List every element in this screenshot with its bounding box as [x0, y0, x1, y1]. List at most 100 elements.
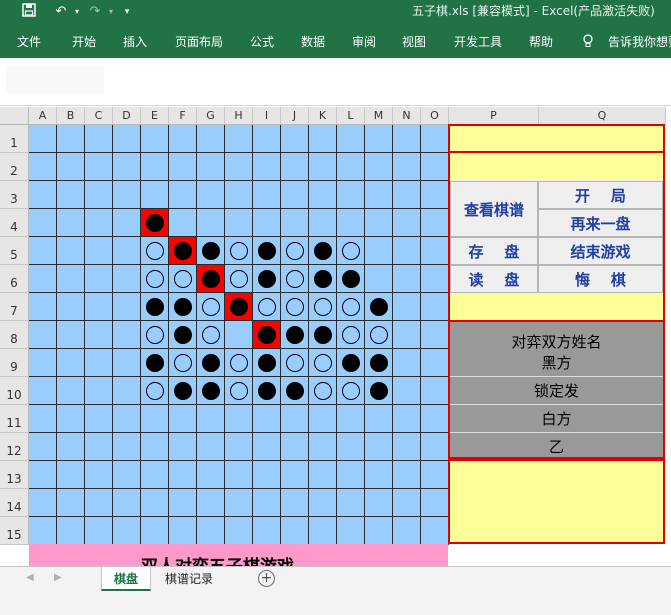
board-cell[interactable] [281, 181, 309, 209]
board-cell[interactable] [281, 517, 309, 545]
board-cell[interactable] [365, 237, 393, 265]
board-cell[interactable] [29, 517, 57, 545]
board-cell[interactable] [393, 349, 421, 377]
board-cell[interactable] [225, 377, 253, 405]
board-cell[interactable] [225, 237, 253, 265]
board-cell[interactable] [85, 489, 113, 517]
board-cell[interactable] [85, 237, 113, 265]
board-cell[interactable] [169, 265, 197, 293]
board-cell[interactable] [393, 237, 421, 265]
board-cell[interactable] [141, 209, 169, 237]
board-cell[interactable] [85, 377, 113, 405]
worksheet-grid[interactable]: ABCDEFGHIJKLMNOPQ 1 2 3 4 5 6 7 8 9 10 11 12 13 14 15 … [0, 107, 671, 566]
board-cell[interactable] [141, 237, 169, 265]
board-cell[interactable] [169, 153, 197, 181]
board-cell[interactable] [225, 461, 253, 489]
row-header-8[interactable]: 8 [0, 321, 29, 349]
board-cell[interactable] [421, 209, 449, 237]
board-cell[interactable] [57, 349, 85, 377]
board-cell[interactable] [253, 321, 281, 349]
board-cell[interactable] [253, 433, 281, 461]
scroll-right-icon[interactable]: ▶ [54, 572, 62, 583]
board-cell[interactable] [225, 349, 253, 377]
board-cell[interactable] [337, 377, 365, 405]
board-cell[interactable] [421, 125, 449, 153]
board-cell[interactable] [309, 265, 337, 293]
add-sheet-icon[interactable]: + [258, 570, 275, 587]
board-cell[interactable] [169, 321, 197, 349]
load-game-button[interactable]: 读 盘 [450, 265, 538, 293]
board-cell[interactable] [141, 321, 169, 349]
row-header-2[interactable]: 2 [0, 153, 29, 181]
board-cell[interactable] [113, 321, 141, 349]
board-cell[interactable] [337, 153, 365, 181]
board-cell[interactable] [141, 489, 169, 517]
board-cell[interactable] [225, 265, 253, 293]
board-cell[interactable] [337, 237, 365, 265]
board-cell[interactable] [365, 153, 393, 181]
board-cell[interactable] [169, 349, 197, 377]
row-header-15[interactable]: 15 [0, 517, 29, 545]
board-cell[interactable] [337, 209, 365, 237]
board-cell[interactable] [393, 517, 421, 545]
board-cell[interactable] [421, 265, 449, 293]
board-cell[interactable] [365, 405, 393, 433]
board-cell[interactable] [337, 433, 365, 461]
board-cell[interactable] [337, 181, 365, 209]
board-cell[interactable] [85, 293, 113, 321]
board-cell[interactable] [169, 237, 197, 265]
column-header-p[interactable]: P [449, 107, 539, 125]
board-cell[interactable] [113, 209, 141, 237]
board-cell[interactable] [197, 433, 225, 461]
board-cell[interactable] [29, 461, 57, 489]
column-header-d[interactable]: D [113, 107, 141, 125]
board-cell[interactable] [365, 461, 393, 489]
board-cell[interactable] [365, 321, 393, 349]
board-cell[interactable] [169, 517, 197, 545]
board-cell[interactable] [57, 181, 85, 209]
board-cell[interactable] [253, 377, 281, 405]
board-cell[interactable] [29, 237, 57, 265]
board-cell[interactable] [393, 489, 421, 517]
row-header-4[interactable]: 4 [0, 209, 29, 237]
board-cell[interactable] [113, 377, 141, 405]
board-cell[interactable] [365, 377, 393, 405]
board-cell[interactable] [141, 433, 169, 461]
board-cell[interactable] [113, 265, 141, 293]
board-cell[interactable] [197, 405, 225, 433]
board-cell[interactable] [85, 433, 113, 461]
board-cell[interactable] [393, 405, 421, 433]
board-cell[interactable] [309, 461, 337, 489]
board-cell[interactable] [57, 517, 85, 545]
board-cell[interactable] [309, 181, 337, 209]
view-record-button[interactable]: 查看棋谱 [450, 181, 538, 237]
board-cell[interactable] [29, 349, 57, 377]
board-cell[interactable] [169, 293, 197, 321]
board-cell[interactable] [309, 377, 337, 405]
name-box[interactable] [6, 66, 104, 94]
redo-dropdown-icon[interactable]: ▾ [106, 3, 116, 21]
board-cell[interactable] [85, 321, 113, 349]
board-cell[interactable] [365, 349, 393, 377]
board-cell[interactable] [169, 433, 197, 461]
column-header-a[interactable]: A [29, 107, 57, 125]
tab-help[interactable]: 帮助 [529, 33, 553, 50]
board-cell[interactable] [281, 461, 309, 489]
board-cell[interactable] [253, 153, 281, 181]
redo-icon[interactable]: ↷ [84, 3, 106, 21]
board-cell[interactable] [113, 489, 141, 517]
board-cell[interactable] [421, 237, 449, 265]
board-cell[interactable] [113, 153, 141, 181]
board-cell[interactable] [141, 265, 169, 293]
board-cell[interactable] [253, 349, 281, 377]
board-cell[interactable] [113, 181, 141, 209]
save-icon[interactable] [20, 3, 38, 21]
board-cell[interactable] [113, 405, 141, 433]
board-cell[interactable] [57, 293, 85, 321]
column-header-f[interactable]: F [169, 107, 197, 125]
column-header-h[interactable]: H [225, 107, 253, 125]
board-cell[interactable] [365, 517, 393, 545]
board-cell[interactable] [141, 293, 169, 321]
board-cell[interactable] [253, 181, 281, 209]
board-cell[interactable] [365, 489, 393, 517]
